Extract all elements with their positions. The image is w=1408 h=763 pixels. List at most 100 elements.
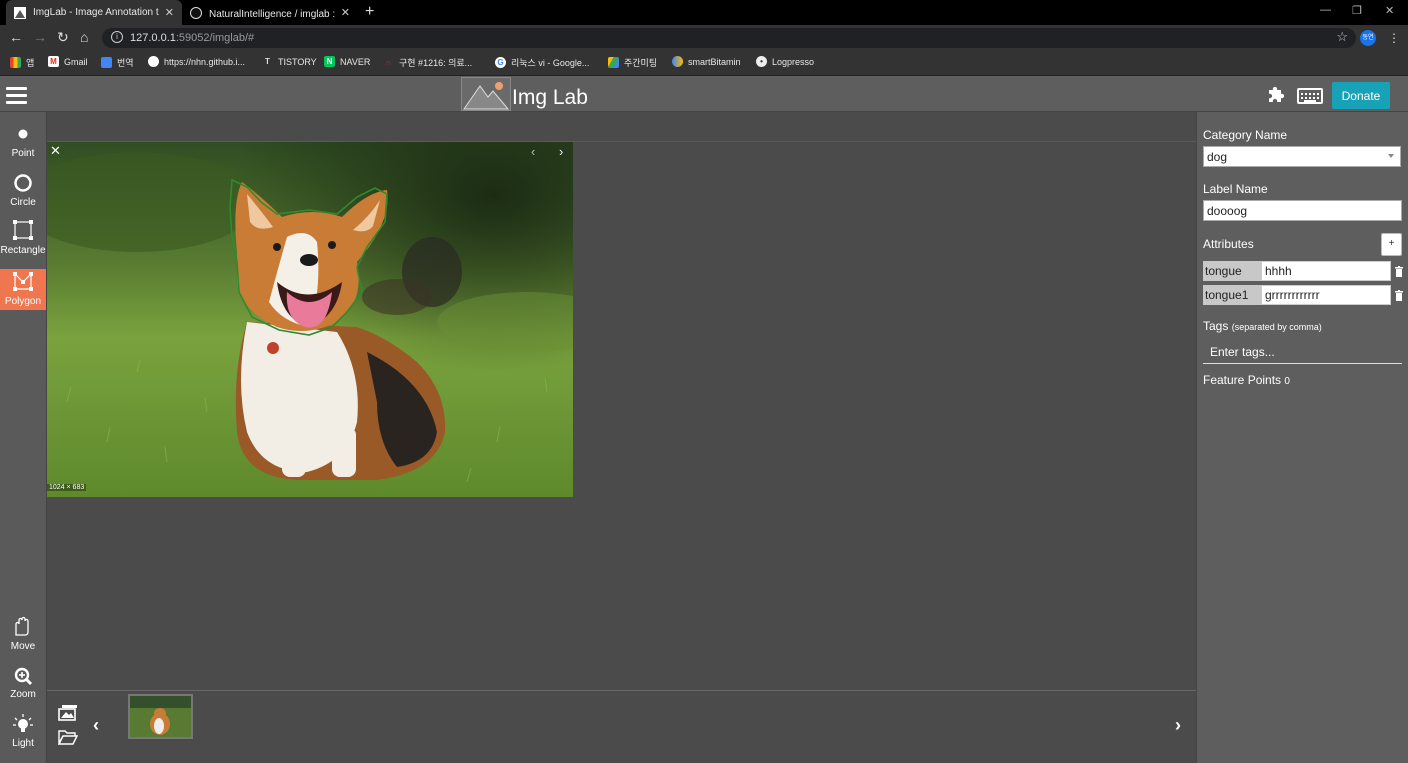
back-icon[interactable]: ← [9, 29, 23, 45]
google-drive-icon [608, 57, 619, 68]
tab-close-icon[interactable]: ✕ [341, 6, 350, 19]
tool-label: Move [10, 641, 36, 652]
tab-close-icon[interactable]: ✕ [165, 6, 174, 19]
label-name-label: Label Name [1203, 182, 1268, 196]
bookmark-redmine[interactable]: ∩ 구현 #1216: 의료... [383, 56, 472, 69]
dog-thumbnail [130, 696, 191, 737]
tool-polygon[interactable]: Polygon [0, 269, 46, 310]
category-name-label: Category Name [1203, 128, 1288, 142]
tool-circle[interactable]: Circle [0, 170, 46, 216]
tab-title: NaturalIntelligence / imglab : 지 [209, 9, 335, 20]
bookmark-label: NAVER [340, 56, 371, 67]
filmstrip-prev-icon[interactable]: ‹ [93, 715, 99, 736]
tool-light[interactable]: Light [0, 713, 46, 759]
attribute-value-field[interactable]: hhhh [1261, 261, 1391, 281]
close-image-icon[interactable]: ✕ [50, 143, 61, 159]
new-tab-icon[interactable]: + [365, 3, 374, 21]
bookmark-label: Gmail [64, 56, 88, 67]
hand-icon [15, 616, 29, 636]
add-attribute-button[interactable]: + [1381, 233, 1402, 256]
github-favicon-icon [190, 6, 202, 19]
bookmark-drive[interactable]: 주간미팅 [608, 56, 657, 69]
profile-avatar[interactable]: 동연 [1360, 30, 1376, 46]
annotation-canvas[interactable]: ✕ ‹ › 1024 × 683 [47, 112, 1196, 690]
feature-points-text: Feature Points [1203, 373, 1282, 387]
bookmark-google-vi[interactable]: G 리눅스 vi - Google... [495, 56, 589, 69]
tab-github[interactable]: NaturalIntelligence / imglab : 지 ✕ [182, 0, 358, 25]
bookmark-gmail[interactable]: M Gmail [48, 56, 88, 67]
bookmark-label: https://nhn.github.i... [164, 56, 246, 67]
tool-rectangle[interactable]: Rectangle [0, 218, 46, 264]
dog-photo [47, 142, 573, 497]
minimize-icon[interactable]: — [1320, 4, 1331, 16]
redmine-icon: ∩ [383, 57, 394, 68]
bookmark-translate[interactable]: 번역 [101, 56, 134, 69]
url-host: 127.0.0.1 [130, 32, 176, 44]
image-dimensions: 1024 × 683 [47, 484, 87, 491]
category-select[interactable]: dog [1203, 146, 1401, 167]
browser-tab-bar: ImgLab - Image Annotation tool ✕ Natural… [0, 0, 1408, 25]
bookmark-logpresso[interactable]: • Logpresso [756, 56, 814, 67]
bookmark-label: 주간미팅 [624, 58, 658, 68]
bookmarks-bar: 앱 M Gmail 번역 https://nhn.github.i... T TIS… [0, 51, 1408, 76]
attribute-key: tongue [1203, 261, 1261, 281]
image-thumbnail[interactable] [128, 694, 193, 739]
reload-icon[interactable]: ↻ [57, 29, 69, 46]
feature-points-count: 0 [1284, 376, 1290, 387]
bookmark-label: 리눅스 vi - Google... [511, 58, 590, 68]
chevron-down-icon [1388, 154, 1394, 158]
bookmark-label: TISTORY [278, 56, 317, 67]
label-name-field[interactable]: doooog [1203, 200, 1402, 221]
properties-panel: Category Name dog Label Name doooog Attr… [1196, 112, 1408, 763]
attribute-key: tongue1 [1203, 285, 1261, 305]
tags-input[interactable]: Enter tags... [1203, 340, 1402, 364]
tags-label-text: Tags [1203, 319, 1229, 333]
trash-icon[interactable] [1395, 288, 1403, 301]
open-folder-icon[interactable] [57, 729, 79, 750]
tool-label: Circle [10, 197, 36, 208]
restore-icon[interactable]: ❐ [1352, 4, 1362, 17]
zoom-icon [14, 667, 33, 686]
forward-icon[interactable]: → [33, 29, 47, 45]
home-icon[interactable]: ⌂ [80, 29, 88, 45]
previous-image-icon[interactable]: ‹ [531, 144, 535, 159]
smartbitamin-icon [672, 56, 683, 67]
tool-label: Polygon [4, 296, 42, 307]
image-filmstrip: ‹ › [47, 690, 1196, 763]
hamburger-menu-icon[interactable] [6, 87, 27, 104]
point-icon [18, 129, 28, 139]
load-images-icon[interactable] [58, 703, 78, 726]
trash-icon[interactable] [1395, 264, 1403, 277]
attribute-value-field[interactable]: grrrrrrrrrrrr [1261, 285, 1391, 305]
keyboard-shortcuts-icon[interactable] [1297, 88, 1323, 104]
tags-hint: (separated by comma) [1231, 322, 1322, 332]
attribute-row: tongue1 grrrrrrrrrrrr [1203, 285, 1404, 305]
annotated-image[interactable]: ✕ ‹ › 1024 × 683 [47, 142, 573, 497]
donate-button[interactable]: Donate [1332, 82, 1390, 109]
bookmark-star-icon[interactable]: ☆ [1336, 29, 1348, 45]
bookmark-apps[interactable]: 앱 [10, 56, 34, 69]
bookmark-label: 앱 [26, 58, 35, 68]
tool-zoom[interactable]: Zoom [0, 664, 46, 710]
bookmark-label: smartBitamin [688, 56, 741, 67]
bookmark-smartbitamin[interactable]: smartBitamin [672, 56, 741, 67]
rectangle-icon [13, 220, 33, 240]
bookmark-tistory[interactable]: T TISTORY [262, 56, 317, 67]
gmail-icon: M [48, 56, 59, 67]
next-image-icon[interactable]: › [559, 144, 563, 159]
tool-point[interactable]: Point [0, 120, 46, 166]
bookmark-nhn[interactable]: https://nhn.github.i... [148, 56, 245, 67]
address-bar-row: ← → ↻ ⌂ i 127.0.0.1:59052/imglab/# ☆ [0, 25, 1408, 51]
tool-move[interactable]: Move [0, 614, 46, 660]
imglab-logo-icon [461, 77, 511, 111]
filmstrip-next-icon[interactable]: › [1175, 715, 1181, 736]
bookmark-naver[interactable]: N NAVER [324, 56, 370, 67]
tab-imglab[interactable]: ImgLab - Image Annotation tool ✕ [6, 0, 182, 25]
url-field[interactable]: i 127.0.0.1:59052/imglab/# ☆ [102, 28, 1356, 48]
browser-menu-icon[interactable]: ⋮ [1388, 31, 1400, 45]
site-info-icon[interactable]: i [111, 31, 123, 43]
tab-title: ImgLab - Image Annotation tool [33, 7, 159, 18]
attribute-row: tongue hhhh [1203, 261, 1404, 281]
plugins-puzzle-icon[interactable] [1266, 84, 1286, 109]
close-window-icon[interactable]: ✕ [1385, 4, 1394, 17]
